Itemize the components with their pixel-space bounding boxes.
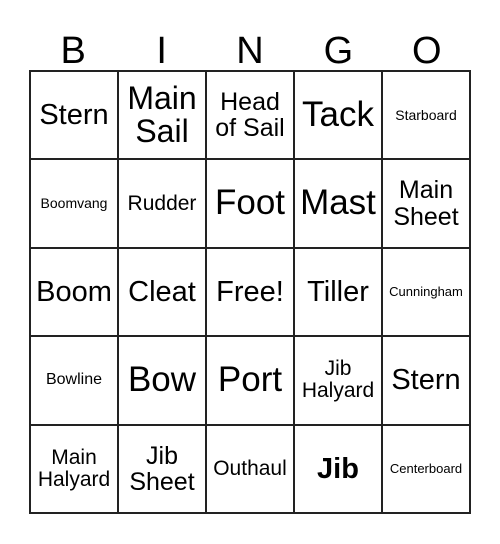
bingo-cell-label: Jib Sheet (129, 441, 195, 496)
bingo-cell-label: Stern (39, 98, 109, 131)
bingo-cell[interactable]: Rudder (119, 160, 207, 249)
bingo-cell-label: Starboard (395, 106, 457, 123)
bingo-cell[interactable]: Starboard (383, 72, 471, 161)
bingo-cell[interactable]: Outhaul (207, 425, 295, 514)
bingo-cell-label: Port (217, 360, 283, 400)
bingo-cell-label: Main Halyard (37, 445, 111, 491)
bingo-cell[interactable]: Centerboard (383, 425, 471, 514)
bingo-cell[interactable]: Stern (383, 337, 471, 426)
bingo-cell-label: Rudder (127, 191, 197, 215)
bingo-cell[interactable]: Head of Sail (207, 72, 295, 161)
bingo-cell[interactable]: Boomvang (31, 160, 119, 249)
bingo-cell[interactable]: Jib (295, 425, 383, 514)
bingo-cell[interactable]: Main Halyard (31, 425, 119, 514)
bingo-cell-free-space[interactable]: Free! (207, 248, 295, 338)
bingo-grid: Stern Main Sail Head of Sail Tack Starboard B… (29, 70, 471, 514)
bingo-header-letter-i: I (156, 30, 167, 72)
bingo-cell[interactable]: Jib Halyard (295, 337, 383, 426)
bingo-cell-label: Centerboard (389, 460, 463, 476)
bingo-cell-label: Foot (214, 183, 286, 223)
bingo-header-row: BINGO (29, 18, 471, 70)
bingo-cell[interactable]: Port (207, 337, 295, 426)
bingo-cell-label: Main Sheet (393, 176, 459, 231)
bingo-cell[interactable]: Foot (207, 160, 295, 249)
bingo-cell[interactable]: Tack (295, 72, 383, 161)
bingo-cell-label: Jib Halyard (301, 357, 375, 403)
bingo-cell[interactable]: Mast (295, 160, 383, 249)
bingo-cell-label: Head of Sail (215, 87, 285, 143)
bingo-cell-label: Jib (317, 452, 359, 485)
bingo-cell[interactable]: Bowline (31, 337, 119, 426)
bingo-cell[interactable]: Tiller (295, 248, 383, 338)
bingo-cell-label: Cleat (128, 275, 196, 308)
bingo-cell[interactable]: Jib Sheet (119, 425, 207, 514)
bingo-cell[interactable]: Main Sail (119, 72, 207, 161)
bingo-cell[interactable]: Stern (31, 72, 119, 161)
bingo-cell-label: Main Sail (127, 79, 197, 150)
bingo-cell[interactable]: Boom (31, 248, 119, 338)
bingo-cell-label: Boomvang (40, 195, 108, 212)
bingo-header-letter-b: B (60, 30, 86, 72)
bingo-cell[interactable]: Cleat (119, 248, 207, 338)
bingo-cell[interactable]: Cunningham (383, 248, 471, 338)
bingo-header-letter-g: G (323, 30, 354, 72)
bingo-cell-label: Boom (36, 275, 112, 308)
bingo-header-letter-n: N (236, 30, 264, 72)
bingo-cell[interactable]: Main Sheet (383, 160, 471, 249)
bingo-cell-label: Outhaul (213, 456, 287, 480)
bingo-cell-label: Cunningham (389, 284, 463, 300)
bingo-cell-label: Tiller (307, 275, 369, 308)
bingo-card: B I N G O Stern Main Sail Head of Sail Tack Star… (0, 0, 500, 544)
bingo-cell-label: Stern (391, 364, 461, 397)
bingo-cell-label: Tack (302, 94, 374, 134)
bingo-cell[interactable]: Bow (119, 337, 207, 426)
bingo-cell-label: Bow (127, 360, 197, 400)
bingo-cell-label: Free! (216, 275, 284, 308)
bingo-cell-label: Bowline (45, 370, 103, 388)
bingo-cell-label: Mast (300, 183, 376, 223)
bingo-header-letter-o: O (412, 30, 442, 72)
